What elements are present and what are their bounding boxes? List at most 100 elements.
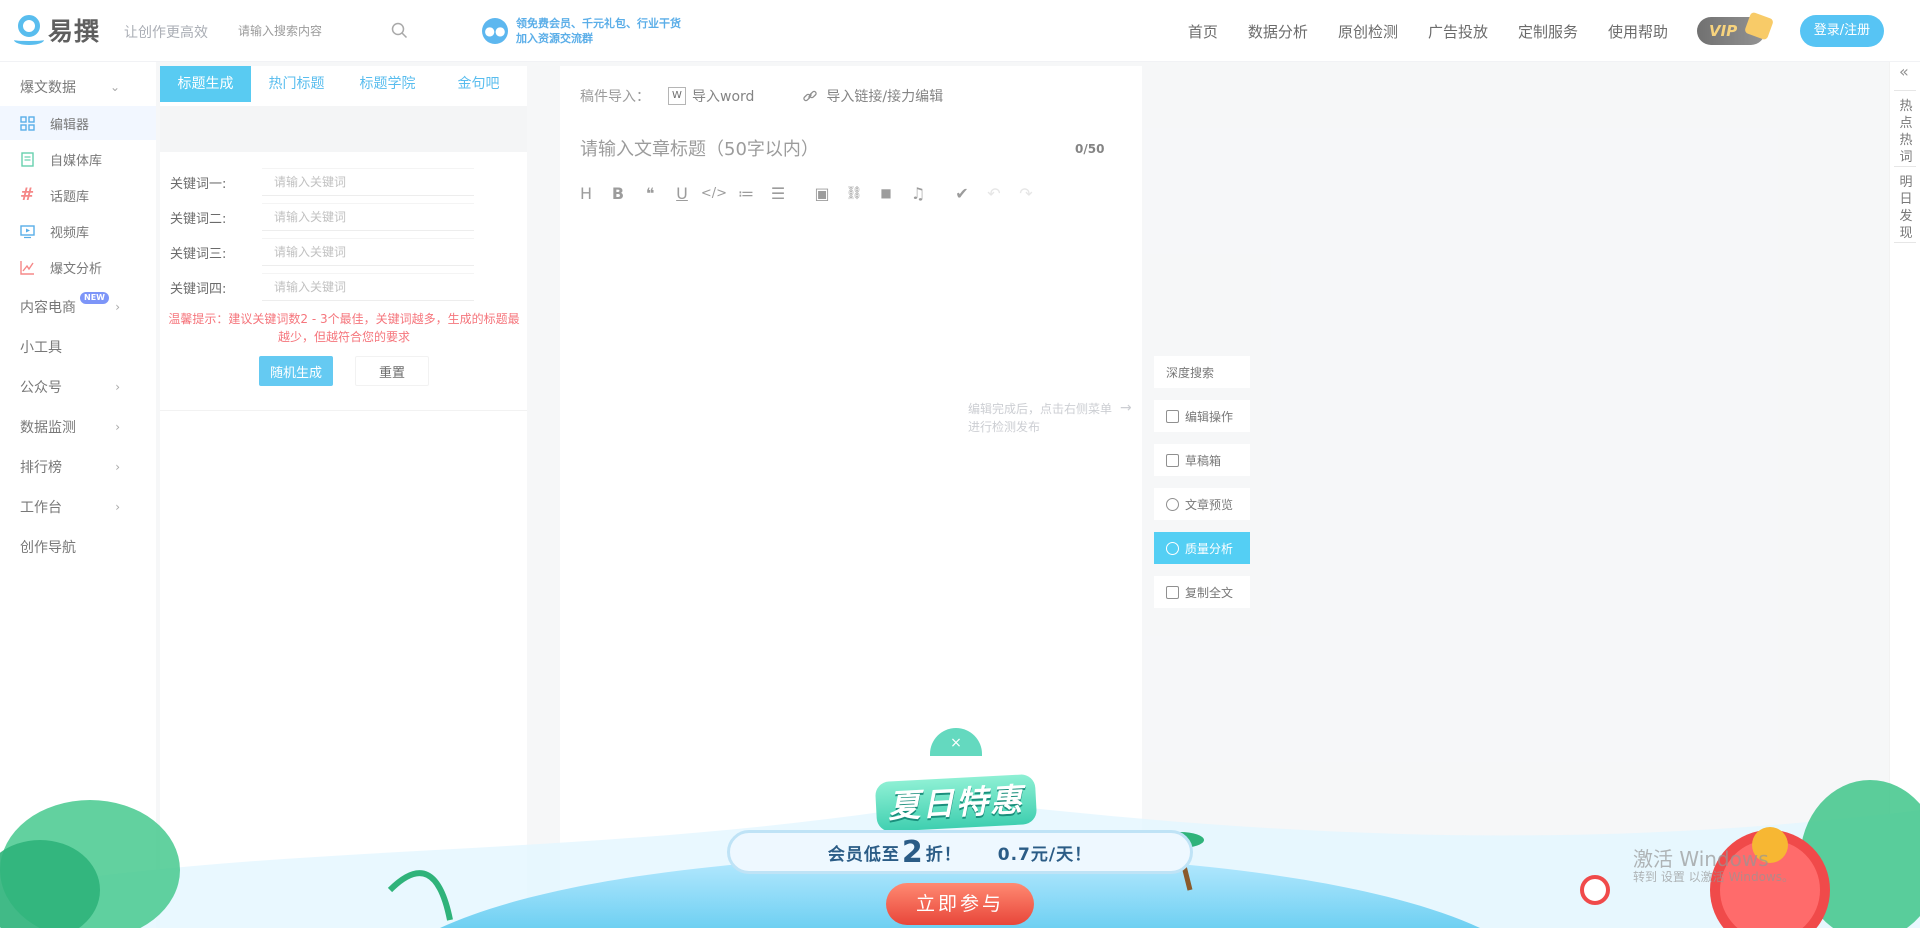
sidebar-item-rankings[interactable]: 排行榜 › xyxy=(0,450,156,484)
vip-label: VIP xyxy=(1709,22,1738,40)
sidebar-item-data-monitor[interactable]: 数据监测 › xyxy=(0,410,156,444)
target-icon xyxy=(1166,541,1179,555)
windows-activation-subtext: 转到 设置 以激活 Windows。 xyxy=(1633,870,1795,884)
tab-hot-titles[interactable]: 热门标题 xyxy=(251,66,342,102)
ordered-list-icon[interactable]: ≔ xyxy=(730,180,762,206)
sidebar-item-label: 排行榜 xyxy=(20,460,62,476)
generator-tip-bar xyxy=(160,106,527,152)
import-word-link[interactable]: 导入word xyxy=(692,86,754,106)
edit-icon xyxy=(1166,409,1179,423)
sidebar-item-label: 自媒体库 xyxy=(50,153,103,169)
keyword-row-3: 关键词三: xyxy=(170,238,474,266)
nav-data-analysis[interactable]: 数据分析 xyxy=(1248,21,1308,42)
import-row: 稿件导入： W 导入word 导入链接/接力编辑 xyxy=(580,86,943,106)
sidebar-item-tools[interactable]: 小工具 xyxy=(0,330,156,364)
keyword-input-4[interactable] xyxy=(262,273,474,301)
copy-all-button[interactable]: 复制全文 xyxy=(1154,576,1250,608)
nav-originality-check[interactable]: 原创检测 xyxy=(1338,21,1398,42)
random-generate-button[interactable]: 随机生成 xyxy=(259,356,333,386)
slogan: 让创作更高效 xyxy=(124,25,208,41)
sidebar-item-label: 视频库 xyxy=(50,225,90,241)
keyword-label: 关键词二: xyxy=(170,211,227,227)
tab-golden-quotes[interactable]: 金句吧 xyxy=(433,66,524,102)
sidebar-item-hot-analysis[interactable]: 爆文分析 xyxy=(0,250,156,284)
keyword-row-1: 关键词一: xyxy=(170,168,474,196)
promo-offer-price: 0.7元/天！ xyxy=(997,844,1093,865)
promo-offer-suffix: 折！ xyxy=(925,844,962,865)
deep-search-button[interactable]: 深度搜索 xyxy=(1154,356,1250,388)
promo-offer-bar: 会员低至 2 折！ 0.7元/天！ xyxy=(727,830,1193,874)
code-icon[interactable]: </> xyxy=(698,180,730,206)
sidebar-item-workbench[interactable]: 工作台 › xyxy=(0,490,156,524)
action-label: 草稿箱 xyxy=(1185,453,1222,468)
article-title-input[interactable] xyxy=(580,136,1000,162)
login-register-button[interactable]: 登录/注册 xyxy=(1800,15,1884,47)
keyword-label: 关键词四: xyxy=(170,281,227,297)
editor-toolbar: H B ❝ U </> ≔ ☰ ▣ ⛓ ■ ♫ ✔ ↶ ↷ xyxy=(570,180,1042,206)
keyword-label: 关键词一: xyxy=(170,176,227,192)
search-icon[interactable] xyxy=(391,22,408,39)
sidebar-item-official-account[interactable]: 公众号 › xyxy=(0,370,156,404)
arrow-right-icon: → xyxy=(1120,400,1132,416)
edit-operation-button[interactable]: 编辑操作 xyxy=(1154,400,1250,432)
quote-icon[interactable]: ❝ xyxy=(634,180,666,206)
chevron-right-icon: › xyxy=(115,460,120,474)
promo-offer-prefix: 会员低至 xyxy=(827,844,900,865)
image-icon[interactable]: ▣ xyxy=(806,180,838,206)
sidebar-item-editor[interactable]: 编辑器 xyxy=(0,106,156,140)
import-link-button[interactable]: 导入链接/接力编辑 xyxy=(826,86,943,106)
tab-title-academy[interactable]: 标题学院 xyxy=(342,66,433,102)
promo-offer-discount: 2 xyxy=(901,834,924,870)
sidebar-item-label: 爆文分析 xyxy=(50,261,103,277)
reset-button[interactable]: 重置 xyxy=(355,356,429,386)
logo-icon xyxy=(14,13,44,47)
sidebar-item-label: 话题库 xyxy=(50,189,90,205)
keyword-input-1[interactable] xyxy=(262,168,474,196)
video-icon[interactable]: ■ xyxy=(870,180,902,206)
preview-button[interactable]: 文章预览 xyxy=(1154,488,1250,520)
bullet-list-icon[interactable]: ☰ xyxy=(762,180,794,206)
sidebar-item-media-library[interactable]: 自媒体库 xyxy=(0,142,156,176)
nav-ads[interactable]: 广告投放 xyxy=(1428,21,1488,42)
sidebar-item-content-ecommerce[interactable]: 内容电商 NEW › xyxy=(0,290,156,324)
nav-home[interactable]: 首页 xyxy=(1188,21,1218,42)
heading-icon[interactable]: H xyxy=(570,180,602,206)
grid-icon xyxy=(20,115,35,131)
drafts-button[interactable]: 草稿箱 xyxy=(1154,444,1250,476)
sidebar-item-creation-nav[interactable]: 创作导航 xyxy=(0,530,156,564)
tab-tomorrow-discover[interactable]: 明日发现 xyxy=(1896,174,1916,242)
underline-icon[interactable]: U xyxy=(666,180,698,206)
divider xyxy=(160,410,527,411)
search-input[interactable] xyxy=(238,18,413,44)
sidebar-item-hot-data[interactable]: 爆文数据 ⌄ xyxy=(0,70,156,104)
link-icon[interactable]: ⛓ xyxy=(838,180,870,206)
redo-icon[interactable]: ↷ xyxy=(1010,180,1042,206)
nav-custom-service[interactable]: 定制服务 xyxy=(1518,21,1578,42)
quality-analysis-button[interactable]: 质量分析 xyxy=(1154,532,1250,564)
document-icon xyxy=(21,151,34,167)
logo[interactable]: 易撰 xyxy=(14,12,100,48)
sidebar-item-label: 编辑器 xyxy=(50,117,90,133)
sidebar-item-video-library[interactable]: 视频库 xyxy=(0,214,156,248)
sidebar-item-label: 创作导航 xyxy=(20,540,76,556)
bold-icon[interactable]: B xyxy=(602,180,634,206)
chevron-down-icon: ⌄ xyxy=(109,80,120,94)
tab-title-generate[interactable]: 标题生成 xyxy=(160,66,251,102)
sidebar-item-label: 公众号 xyxy=(20,380,62,396)
join-now-button[interactable]: 立即参与 xyxy=(886,883,1034,925)
community-promo[interactable]: ●● 领免费会员、千元礼包、行业干货 加入资源交流群 xyxy=(482,16,681,46)
action-label: 复制全文 xyxy=(1185,585,1234,600)
nav-help[interactable]: 使用帮助 xyxy=(1608,21,1668,42)
sidebar-item-topics[interactable]: # 话题库 xyxy=(0,178,156,212)
keyword-input-3[interactable] xyxy=(262,238,474,266)
tab-hot-words[interactable]: 热点热词 xyxy=(1896,98,1916,166)
clear-format-icon[interactable]: ✔ xyxy=(946,180,978,206)
title-char-count: 0/50 xyxy=(1075,142,1105,156)
music-icon[interactable]: ♫ xyxy=(902,180,934,206)
keyword-input-2[interactable] xyxy=(262,203,474,231)
import-label: 稿件导入： xyxy=(580,89,650,105)
collapse-icon[interactable]: « xyxy=(1899,62,1909,81)
link-icon xyxy=(803,90,818,102)
undo-icon[interactable]: ↶ xyxy=(978,180,1010,206)
vip-badge[interactable]: VIP xyxy=(1697,11,1775,45)
